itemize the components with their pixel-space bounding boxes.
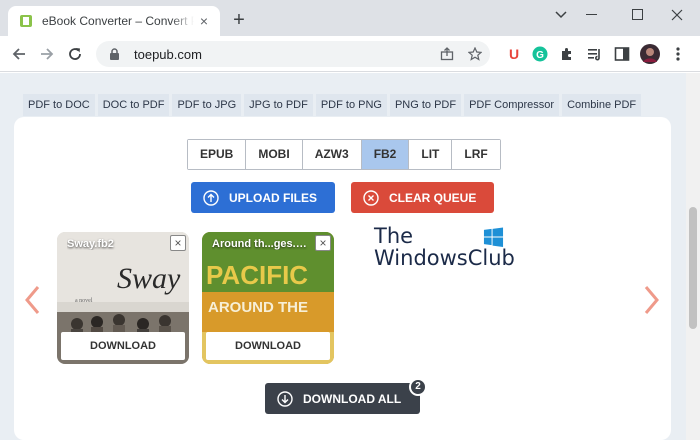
browser-toolbar: toepub.com U G (0, 36, 700, 72)
svg-text:a novel: a novel (75, 298, 93, 304)
windows-logo-icon (483, 227, 504, 248)
clear-x-icon (363, 189, 379, 206)
new-tab-button[interactable]: + (229, 10, 249, 31)
download-file-button[interactable]: DOWNLOAD (61, 332, 185, 360)
back-arrow-icon[interactable] (7, 42, 31, 66)
site-watermark: The WindowsClub (371, 224, 515, 270)
side-panel-icon[interactable] (612, 44, 632, 64)
file-name: Sway.fb2 (67, 238, 114, 250)
tab-title: eBook Converter – Convert PDF & Word to … (42, 14, 194, 28)
lock-icon[interactable] (106, 46, 122, 62)
tool-link-png-to-pdf[interactable]: PNG to PDF (389, 94, 462, 116)
reload-icon[interactable] (63, 42, 87, 66)
address-bar[interactable]: toepub.com (96, 41, 490, 67)
upload-files-label: UPLOAD FILES (229, 190, 318, 205)
format-fb2-button[interactable]: FB2 (361, 140, 410, 169)
file-card: Sway a novel Sway.fb2 × DOWNLOAD (57, 232, 189, 364)
tool-link-pdf-to-doc[interactable]: PDF to DOC (23, 94, 95, 116)
tool-link-jpg-to-pdf[interactable]: JPG to PDF (244, 94, 313, 116)
bookmark-star-icon[interactable] (467, 46, 483, 62)
extensions-puzzle-icon[interactable] (557, 44, 577, 64)
upload-arrow-icon (203, 189, 219, 206)
tool-link-pdf-to-png[interactable]: PDF to PNG (315, 94, 387, 116)
url-text: toepub.com (134, 46, 202, 62)
kebab-menu-icon[interactable] (668, 44, 688, 64)
forward-arrow-icon[interactable] (35, 42, 59, 66)
carousel-prev-arrow-icon[interactable] (22, 283, 42, 317)
browser-tab[interactable]: eBook Converter – Convert PDF & Word to … (8, 6, 220, 36)
svg-text:PACIFIC: PACIFIC (206, 260, 308, 290)
download-all-button[interactable]: DOWNLOAD ALL (265, 383, 420, 414)
tools-nav: PDF to DOC DOC to PDF PDF to JPG JPG to … (23, 94, 642, 116)
close-window-icon[interactable] (654, 0, 700, 30)
tool-link-combine-pdf[interactable]: Combine PDF (562, 94, 642, 116)
svg-text:G: G (536, 50, 544, 61)
upload-files-button[interactable]: UPLOAD FILES (191, 182, 335, 213)
clear-queue-label: CLEAR QUEUE (389, 190, 477, 205)
page-content: PDF to DOC DOC to PDF PDF to JPG JPG to … (0, 73, 686, 440)
download-circle-icon (277, 390, 293, 407)
book-favicon-icon (18, 13, 34, 29)
media-queue-icon[interactable] (585, 44, 605, 64)
format-azw3-button[interactable]: AZW3 (302, 140, 362, 169)
download-all-label: DOWNLOAD ALL (303, 391, 402, 406)
carousel-next-arrow-icon[interactable] (642, 283, 662, 317)
format-lrf-button[interactable]: LRF (452, 140, 500, 169)
grammarly-icon[interactable]: G (530, 44, 550, 64)
converter-card: EPUB MOBI AZW3 FB2 LIT LRF UPLOAD FILES … (14, 117, 671, 440)
svg-text:Sway: Sway (117, 262, 181, 295)
format-mobi-button[interactable]: MOBI (246, 140, 303, 169)
remove-file-icon[interactable]: × (170, 235, 186, 251)
browser-title-bar: eBook Converter – Convert PDF & Word to … (0, 0, 700, 36)
file-name: Around th...ges.fb2 (212, 238, 310, 250)
u-extension-icon[interactable]: U (504, 44, 524, 64)
clear-queue-button[interactable]: CLEAR QUEUE (351, 182, 494, 213)
format-epub-button[interactable]: EPUB (188, 140, 247, 169)
minimize-icon[interactable] (569, 0, 615, 30)
tool-link-pdf-compressor[interactable]: PDF Compressor (464, 94, 560, 116)
watermark-line1: The (374, 224, 414, 248)
remove-file-icon[interactable]: × (315, 235, 331, 251)
share-icon[interactable] (439, 46, 455, 62)
profile-avatar[interactable] (640, 44, 660, 64)
tool-link-doc-to-pdf[interactable]: DOC to PDF (97, 94, 170, 116)
scrollbar-thumb[interactable] (689, 207, 697, 329)
watermark-line2: WindowsClub (374, 246, 515, 270)
file-count-badge: 2 (409, 378, 427, 396)
svg-text:AROUND THE: AROUND THE (208, 299, 308, 316)
file-card: PACIFIC AROUND THE Around th...ges.fb2 ×… (202, 232, 334, 364)
page-scrollbar[interactable] (686, 73, 700, 440)
format-lit-button[interactable]: LIT (409, 140, 453, 169)
tool-link-pdf-to-jpg[interactable]: PDF to JPG (172, 94, 242, 116)
tab-close-icon[interactable]: × (196, 13, 212, 29)
download-file-button[interactable]: DOWNLOAD (206, 332, 330, 360)
format-selector: EPUB MOBI AZW3 FB2 LIT LRF (187, 139, 501, 170)
